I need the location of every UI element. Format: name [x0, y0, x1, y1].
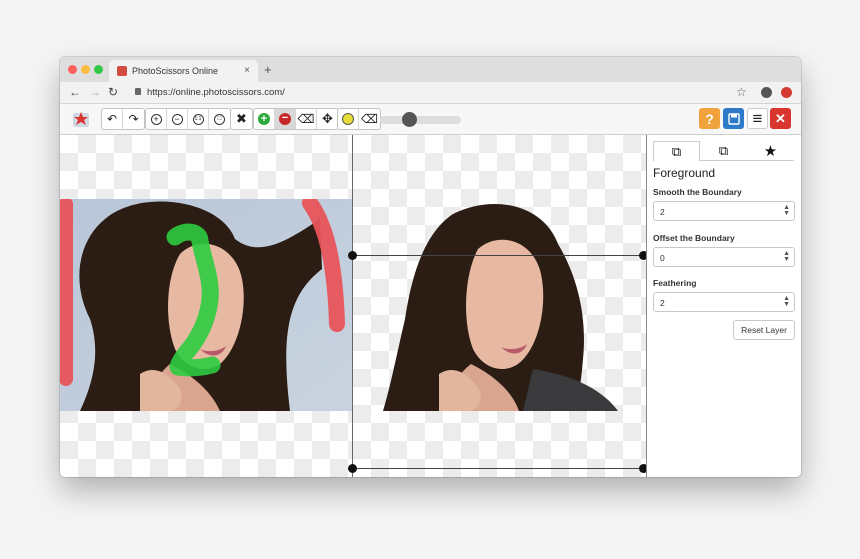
tab-background[interactable]: ⧉	[700, 141, 747, 161]
address-bar-row: ← → ↻ https://online.photoscissors.com/ …	[60, 82, 801, 104]
feathering-value: 2	[660, 298, 665, 308]
select-arrows-icon: ▲ ▼	[783, 250, 790, 263]
smooth-boundary-select[interactable]: 2 ▲ ▼	[653, 201, 795, 221]
account-icon[interactable]	[761, 87, 772, 98]
reset-layer-button[interactable]: Reset Layer	[733, 320, 795, 340]
save-icon	[727, 112, 740, 125]
zoom-in-icon: +	[150, 113, 162, 125]
hair-eraser-button[interactable]: ⌫	[359, 109, 380, 129]
zoom-fit-button[interactable]: □	[209, 109, 230, 129]
brush-size-slider[interactable]	[380, 116, 461, 124]
save-button[interactable]	[723, 108, 744, 129]
bookmark-star-icon[interactable]: ☆	[736, 85, 747, 99]
zoom-actual-size-button[interactable]: 1:1	[188, 109, 209, 129]
minus-red-icon: −	[279, 113, 291, 125]
zoom-group: + − 1:1 □	[145, 108, 231, 130]
zoom-out-button[interactable]: −	[167, 109, 188, 129]
browser-tab[interactable]: PhotoScissors Online ×	[109, 60, 258, 82]
panel-title: Foreground	[653, 166, 716, 180]
crop-handle-bottom-right[interactable]	[639, 464, 646, 473]
undo-button[interactable]: ↶	[102, 109, 123, 129]
zoom-in-button[interactable]: +	[146, 109, 167, 129]
favicon-icon	[117, 66, 127, 76]
redo-button[interactable]: ↷	[123, 109, 144, 129]
reload-icon[interactable]: ↻	[108, 85, 118, 99]
zoom-out-icon: −	[171, 113, 183, 125]
offset-boundary-label: Offset the Boundary	[653, 233, 735, 243]
tab-favorites[interactable]: ★	[747, 141, 794, 161]
foreground-marker-button[interactable]: +	[254, 109, 275, 129]
offset-boundary-select[interactable]: 0 ▲ ▼	[653, 247, 795, 267]
offset-boundary-value: 0	[660, 253, 665, 263]
smooth-boundary-value: 2	[660, 207, 665, 217]
back-icon[interactable]: ←	[69, 85, 81, 99]
maximize-window-button[interactable]	[94, 65, 103, 74]
minimize-window-button[interactable]	[81, 65, 90, 74]
clear-markers-button[interactable]: ✖	[231, 109, 252, 129]
select-arrows-icon: ▲ ▼	[783, 295, 790, 308]
eraser-button[interactable]: ⌫	[296, 109, 317, 129]
hair-marker-button[interactable]	[338, 109, 359, 129]
new-tab-button[interactable]: +	[264, 62, 272, 77]
hair-tools-group: ⌫	[337, 108, 381, 130]
tab-close-icon[interactable]: ×	[244, 65, 250, 76]
menu-button[interactable]: ≡	[747, 108, 768, 129]
crop-handle-top-left[interactable]	[348, 251, 357, 260]
properties-panel: ⧉ ⧉ ★ Foreground Smooth the Boundary 2 ▲…	[646, 135, 801, 477]
feathering-select[interactable]: 2 ▲ ▼	[653, 292, 795, 312]
smooth-boundary-label: Smooth the Boundary	[653, 187, 742, 197]
tab-foreground[interactable]: ⧉	[653, 141, 700, 161]
editor-canvas[interactable]	[60, 135, 646, 477]
close-app-button[interactable]: ✕	[770, 108, 791, 129]
result-top-border	[353, 255, 643, 256]
tab-title: PhotoScissors Online	[132, 66, 219, 76]
lock-icon	[135, 88, 141, 95]
move-button[interactable]: ✥	[317, 109, 338, 129]
yellow-circle-icon	[342, 113, 354, 125]
forward-icon[interactable]: →	[89, 85, 101, 99]
browser-window: PhotoScissors Online × + ← → ↻ https://o…	[60, 57, 801, 477]
select-arrows-icon: ▲ ▼	[783, 204, 790, 217]
crop-handle-top-right[interactable]	[639, 251, 646, 260]
crop-handle-bottom-left[interactable]	[348, 464, 357, 473]
close-window-button[interactable]	[68, 65, 77, 74]
plus-green-icon: +	[258, 113, 270, 125]
canvas-divider	[352, 135, 353, 477]
brush-size-slider-handle[interactable]	[401, 112, 417, 127]
zoom-fit-icon: □	[214, 113, 225, 125]
tab-strip: PhotoScissors Online × +	[60, 57, 801, 82]
result-photo[interactable]	[383, 199, 646, 411]
result-bottom-border	[353, 468, 643, 469]
source-photo[interactable]	[60, 199, 352, 411]
url-field[interactable]: https://online.photoscissors.com/	[147, 87, 285, 98]
extension-icon[interactable]	[781, 87, 792, 98]
zoom-actual-icon: 1:1	[192, 113, 204, 125]
marker-tools-group: + − ⌫ ✥	[253, 108, 339, 130]
feathering-label: Feathering	[653, 278, 697, 288]
help-button[interactable]: ?	[699, 108, 720, 129]
clear-group: ✖	[230, 108, 253, 130]
app-toolbar: ↶ ↷ + − 1:1 □ ✖ + − ⌫ ✥ ⌫ ? ≡ ✕	[60, 104, 801, 135]
photoscissors-logo-icon	[73, 112, 89, 127]
history-group: ↶ ↷	[101, 108, 145, 130]
background-marker-button[interactable]: −	[275, 109, 296, 129]
